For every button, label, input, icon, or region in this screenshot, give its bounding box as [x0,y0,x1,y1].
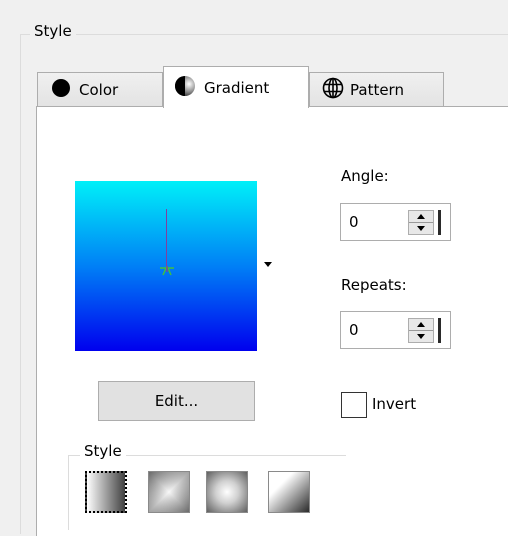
edit-button[interactable]: Edit... [98,381,255,421]
filled-circle-icon [51,78,71,102]
tab-pattern[interactable]: Pattern [309,72,444,106]
repeats-label: Repeats: [341,276,407,294]
preview-dropdown-arrow-icon[interactable] [264,262,272,267]
spin-up-icon [417,214,425,219]
invert-checkbox[interactable] [341,392,367,418]
angle-label: Angle: [341,167,389,185]
globe-grid-icon [322,77,344,103]
angle-updown-button[interactable] [408,210,434,235]
repeats-value[interactable]: 0 [349,321,359,339]
invert-label[interactable]: Invert [372,395,416,413]
tab-gradient-label: Gradient [204,78,270,97]
tab-gradient[interactable]: Gradient [163,66,309,108]
edit-button-label: Edit... [154,392,199,410]
repeats-updown-button[interactable] [408,318,434,343]
gradient-style-group-title: Style [80,442,126,460]
angle-spin-edge [438,210,441,235]
spin-down-icon [417,226,425,231]
style-group-title: Style [30,22,76,40]
repeats-spinbox[interactable]: 0 [340,311,451,349]
radial-gradient-icon[interactable] [206,471,248,513]
tab-color[interactable]: Color [37,72,163,106]
repeats-spin-edge [438,318,441,343]
tab-pattern-label: Pattern [350,80,404,99]
angle-spinbox[interactable]: 0 [340,203,451,241]
linear-gradient-icon[interactable] [85,471,127,513]
rectangular-gradient-icon[interactable] [148,471,190,513]
tab-color-label: Color [79,80,119,99]
corner-gradient-icon[interactable] [268,471,310,513]
angle-value[interactable]: 0 [349,213,359,231]
spin-down-icon [417,334,425,339]
angle-handle-icon[interactable] [159,262,175,276]
spin-up-icon [417,322,425,327]
shaded-sphere-icon [174,75,196,101]
angle-indicator-line[interactable] [166,209,167,266]
